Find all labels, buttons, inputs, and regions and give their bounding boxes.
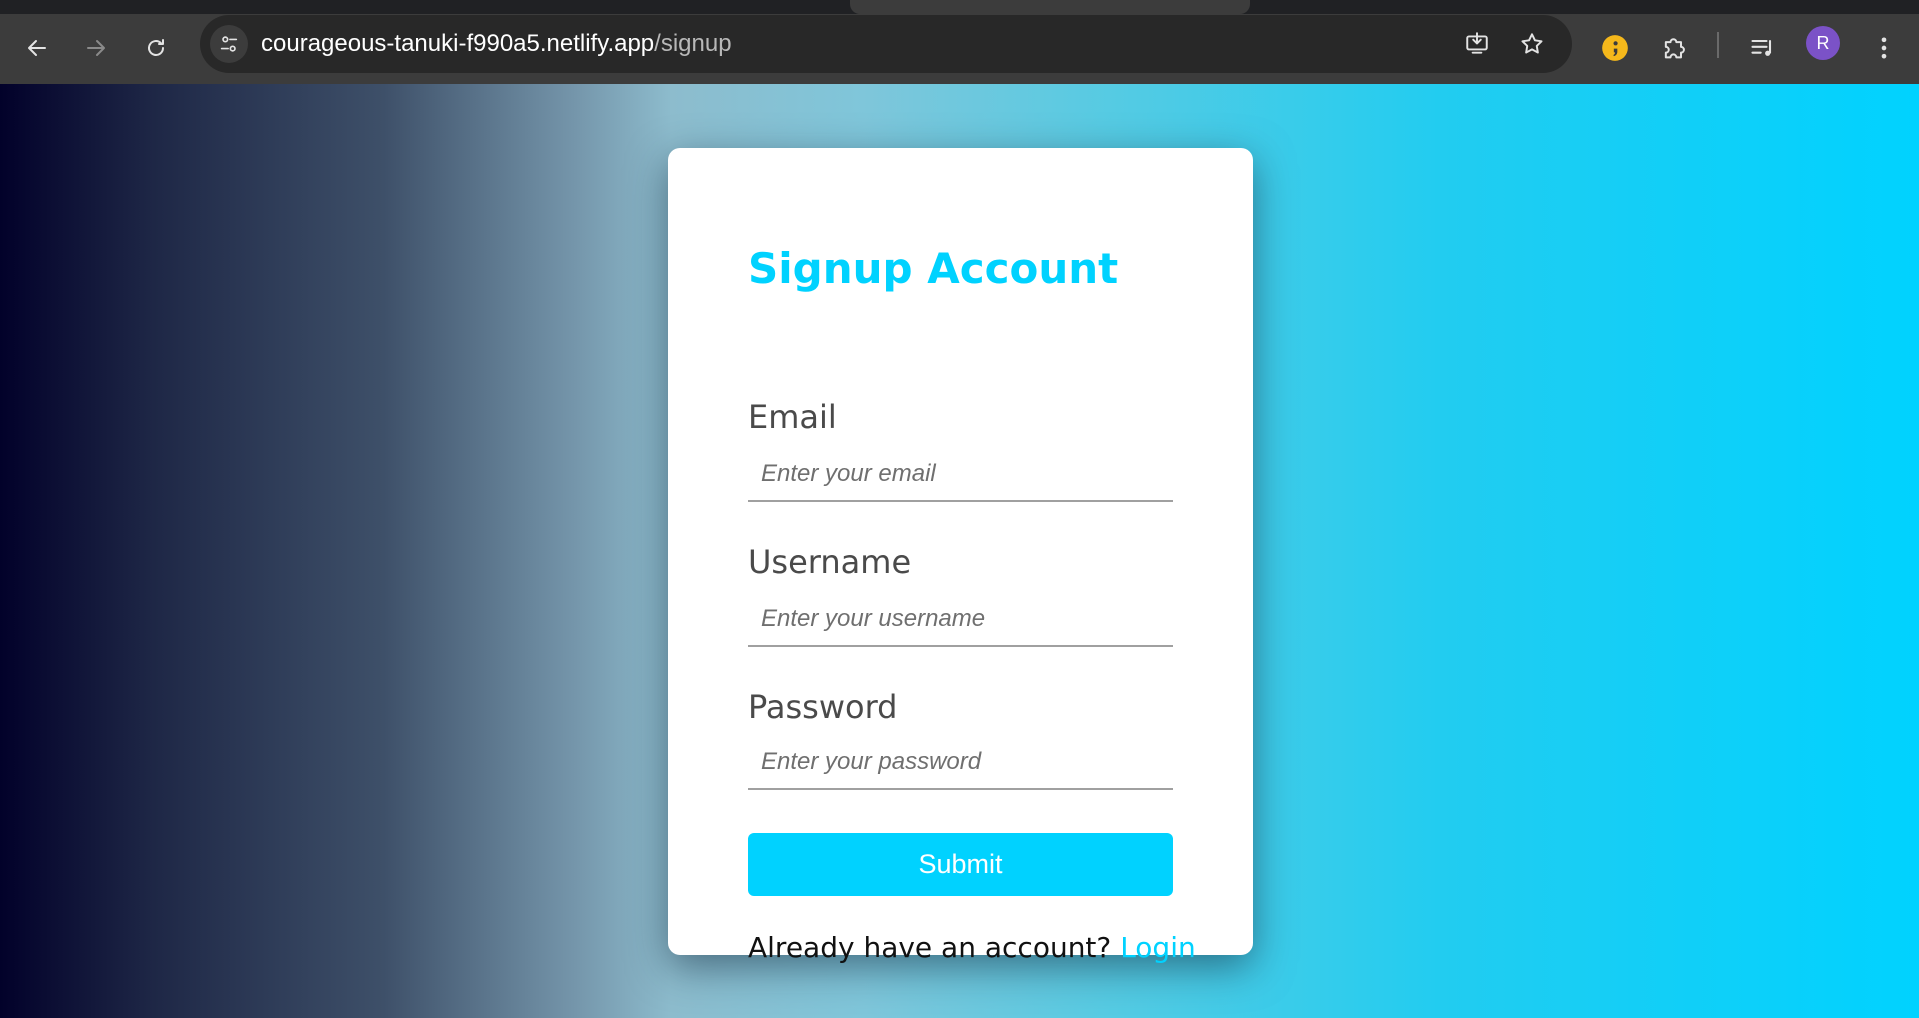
password-label: Password [748,688,898,726]
bookmark-button[interactable] [1514,26,1550,62]
back-arrow-icon [28,40,46,56]
star-icon [1521,33,1543,54]
active-tab[interactable] [850,0,1250,14]
puzzle-icon [1664,38,1685,59]
browser-toolbar: courageous-tanuki-f990a5.netlify.app/sig… [0,14,1919,84]
browser-chrome: courageous-tanuki-f990a5.netlify.app/sig… [0,0,1919,84]
login-prompt-text: Already have an account? [748,931,1121,964]
url-host: courageous-tanuki-f990a5.netlify.app [261,30,655,57]
toolbar-divider [1717,32,1719,58]
media-queue-icon [1751,39,1772,56]
email-label: Email [748,398,837,436]
page-viewport: Signup Account Email Username Password S… [0,84,1919,1018]
semicolon-extension-icon [1602,35,1628,61]
signup-card: Signup Account Email Username Password S… [668,148,1253,964]
username-label: Username [748,543,912,581]
browser-menu-button[interactable] [1862,26,1906,70]
back-button[interactable] [15,26,59,70]
tune-icon [220,36,238,52]
login-link[interactable]: Login [1120,931,1196,964]
email-field[interactable] [748,448,1173,502]
username-field[interactable] [748,593,1173,647]
login-prompt: Already have an account? Login [748,931,1196,964]
extension-button[interactable] [1593,26,1637,70]
extensions-button[interactable] [1652,26,1696,70]
reload-button[interactable] [134,26,178,70]
page-title: Signup Account [748,244,1119,293]
password-field[interactable] [748,736,1173,790]
url-path: /signup [654,30,732,57]
forward-arrow-icon [87,40,105,56]
kebab-menu-icon [1881,37,1887,59]
install-app-button[interactable] [1459,26,1495,62]
site-info-button[interactable] [210,25,248,63]
install-app-icon [1466,32,1488,54]
url-text[interactable]: courageous-tanuki-f990a5.netlify.app/sig… [261,15,732,73]
submit-button[interactable]: Submit [748,833,1173,896]
forward-button[interactable] [74,26,118,70]
profile-avatar[interactable]: R [1806,26,1840,60]
tab-strip [0,0,1919,14]
reload-icon [148,39,164,56]
media-control-button[interactable] [1741,26,1785,70]
address-bar[interactable]: courageous-tanuki-f990a5.netlify.app/sig… [200,15,1572,73]
